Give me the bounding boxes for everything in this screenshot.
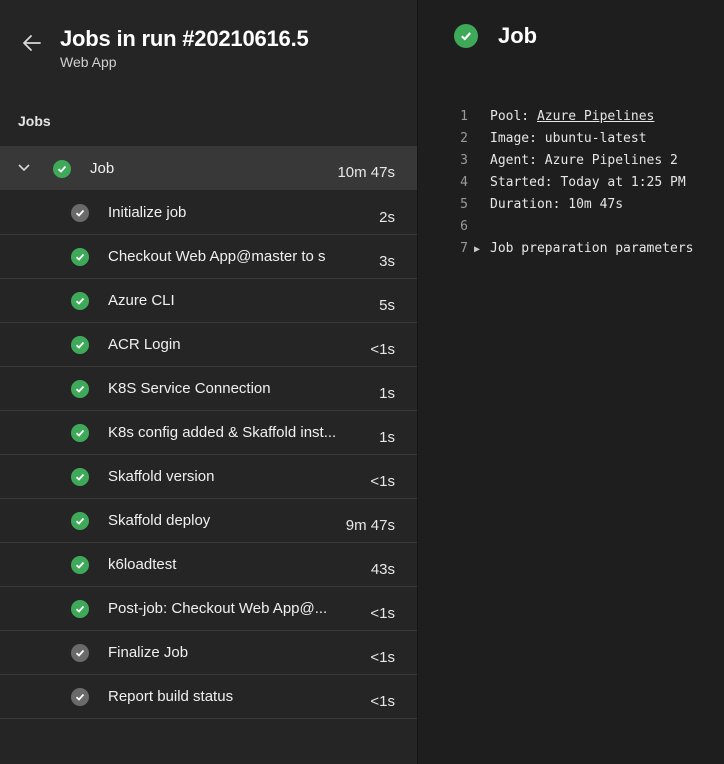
log-line: 2 Image: ubuntu-latest — [418, 128, 724, 150]
job-row[interactable]: Job 10m 47s — [0, 146, 417, 190]
jobs-panel: Jobs in run #20210616.5 Web App Jobs Job… — [0, 0, 417, 764]
step-row[interactable]: Post-job: Checkout Web App@... <1s — [0, 587, 417, 631]
log-text: Duration: 10m 47s — [490, 197, 624, 212]
step-label: Initialize job — [108, 204, 187, 221]
step-row[interactable]: Report build status <1s — [0, 675, 417, 719]
job-label: Job — [90, 160, 115, 177]
log-text: Started: Today at 1:25 PM — [490, 175, 686, 190]
step-label: Finalize Job — [108, 644, 189, 661]
log-line: 4 Started: Today at 1:25 PM — [418, 172, 724, 194]
step-duration: <1s — [370, 473, 395, 490]
step-duration: 43s — [370, 561, 395, 578]
step-row[interactable]: Skaffold version <1s — [0, 455, 417, 499]
pool-link[interactable]: Azure Pipelines — [537, 109, 654, 124]
expand-triangle-icon[interactable]: ▶ — [474, 239, 488, 261]
back-arrow-icon[interactable] — [20, 31, 44, 55]
log-view: 1 Pool: Azure Pipelines 2 Image: ubuntu-… — [418, 106, 724, 260]
skipped-check-icon — [71, 204, 89, 222]
steps-list: Initialize job 2s Checkout Web App@master … — [0, 191, 417, 719]
success-icon — [71, 424, 89, 442]
detail-title: Job — [498, 23, 538, 48]
log-line-collapsible[interactable]: 7 ▶ Job preparation parameters — [418, 238, 724, 260]
log-text: Pool: — [490, 109, 537, 124]
line-number: 1 — [460, 109, 468, 124]
step-duration: 2s — [379, 209, 395, 226]
step-label: Azure CLI — [108, 292, 175, 309]
step-duration: 1s — [379, 385, 395, 402]
step-label: K8s config added & Skaffold inst... — [108, 424, 337, 441]
log-line: 1 Pool: Azure Pipelines — [418, 106, 724, 128]
success-icon — [71, 600, 89, 618]
step-label: Report build status — [108, 688, 234, 705]
jobs-section-label: Jobs — [18, 113, 51, 129]
step-row[interactable]: K8S Service Connection 1s — [0, 367, 417, 411]
step-duration: <1s — [370, 605, 395, 622]
step-duration: <1s — [370, 341, 395, 358]
success-icon — [71, 512, 89, 530]
job-detail-panel: Job 1 Pool: Azure Pipelines 2 Image: ubu… — [418, 0, 724, 764]
line-number: 7 — [460, 241, 468, 256]
step-duration: <1s — [370, 649, 395, 666]
success-icon — [53, 160, 71, 178]
log-text: Agent: Azure Pipelines 2 — [490, 153, 678, 168]
success-icon — [71, 292, 89, 310]
step-duration: 9m 47s — [345, 517, 395, 534]
step-row[interactable]: Skaffold deploy 9m 47s — [0, 499, 417, 543]
success-icon — [454, 24, 478, 48]
success-icon — [71, 556, 89, 574]
line-number: 6 — [460, 219, 468, 234]
chevron-down-icon[interactable] — [17, 162, 31, 174]
step-row[interactable]: Azure CLI 5s — [0, 279, 417, 323]
success-icon — [71, 248, 89, 266]
step-label: ACR Login — [108, 336, 181, 353]
step-row[interactable]: Finalize Job <1s — [0, 631, 417, 675]
skipped-check-icon — [71, 688, 89, 706]
step-row[interactable]: Checkout Web App@master to s 3s — [0, 235, 417, 279]
step-row[interactable]: K8s config added & Skaffold inst... 1s — [0, 411, 417, 455]
step-row[interactable]: Initialize job 2s — [0, 191, 417, 235]
job-duration: 10m 47s — [337, 164, 395, 181]
log-line: 5 Duration: 10m 47s — [418, 194, 724, 216]
step-duration: <1s — [370, 693, 395, 710]
log-line: 3 Agent: Azure Pipelines 2 — [418, 150, 724, 172]
skipped-check-icon — [71, 644, 89, 662]
line-number: 2 — [460, 131, 468, 146]
step-label: k6loadtest — [108, 556, 177, 573]
step-row[interactable]: ACR Login <1s — [0, 323, 417, 367]
success-icon — [71, 336, 89, 354]
step-duration: 5s — [379, 297, 395, 314]
step-duration: 3s — [379, 253, 395, 270]
step-duration: 1s — [379, 429, 395, 446]
pipeline-name: Web App — [60, 54, 117, 70]
log-text: Image: ubuntu-latest — [490, 131, 647, 146]
step-label: Post-job: Checkout Web App@... — [108, 600, 328, 617]
step-label: Skaffold version — [108, 468, 215, 485]
page-title: Jobs in run #20210616.5 — [60, 26, 309, 51]
step-row[interactable]: k6loadtest 43s — [0, 543, 417, 587]
step-label: Skaffold deploy — [108, 512, 211, 529]
success-icon — [71, 380, 89, 398]
log-text: Job preparation parameters — [490, 241, 694, 256]
line-number: 4 — [460, 175, 468, 190]
step-label: K8S Service Connection — [108, 380, 271, 397]
success-icon — [71, 468, 89, 486]
step-label: Checkout Web App@master to s — [108, 248, 326, 265]
line-number: 3 — [460, 153, 468, 168]
log-line: 6 — [418, 216, 724, 238]
line-number: 5 — [460, 197, 468, 212]
